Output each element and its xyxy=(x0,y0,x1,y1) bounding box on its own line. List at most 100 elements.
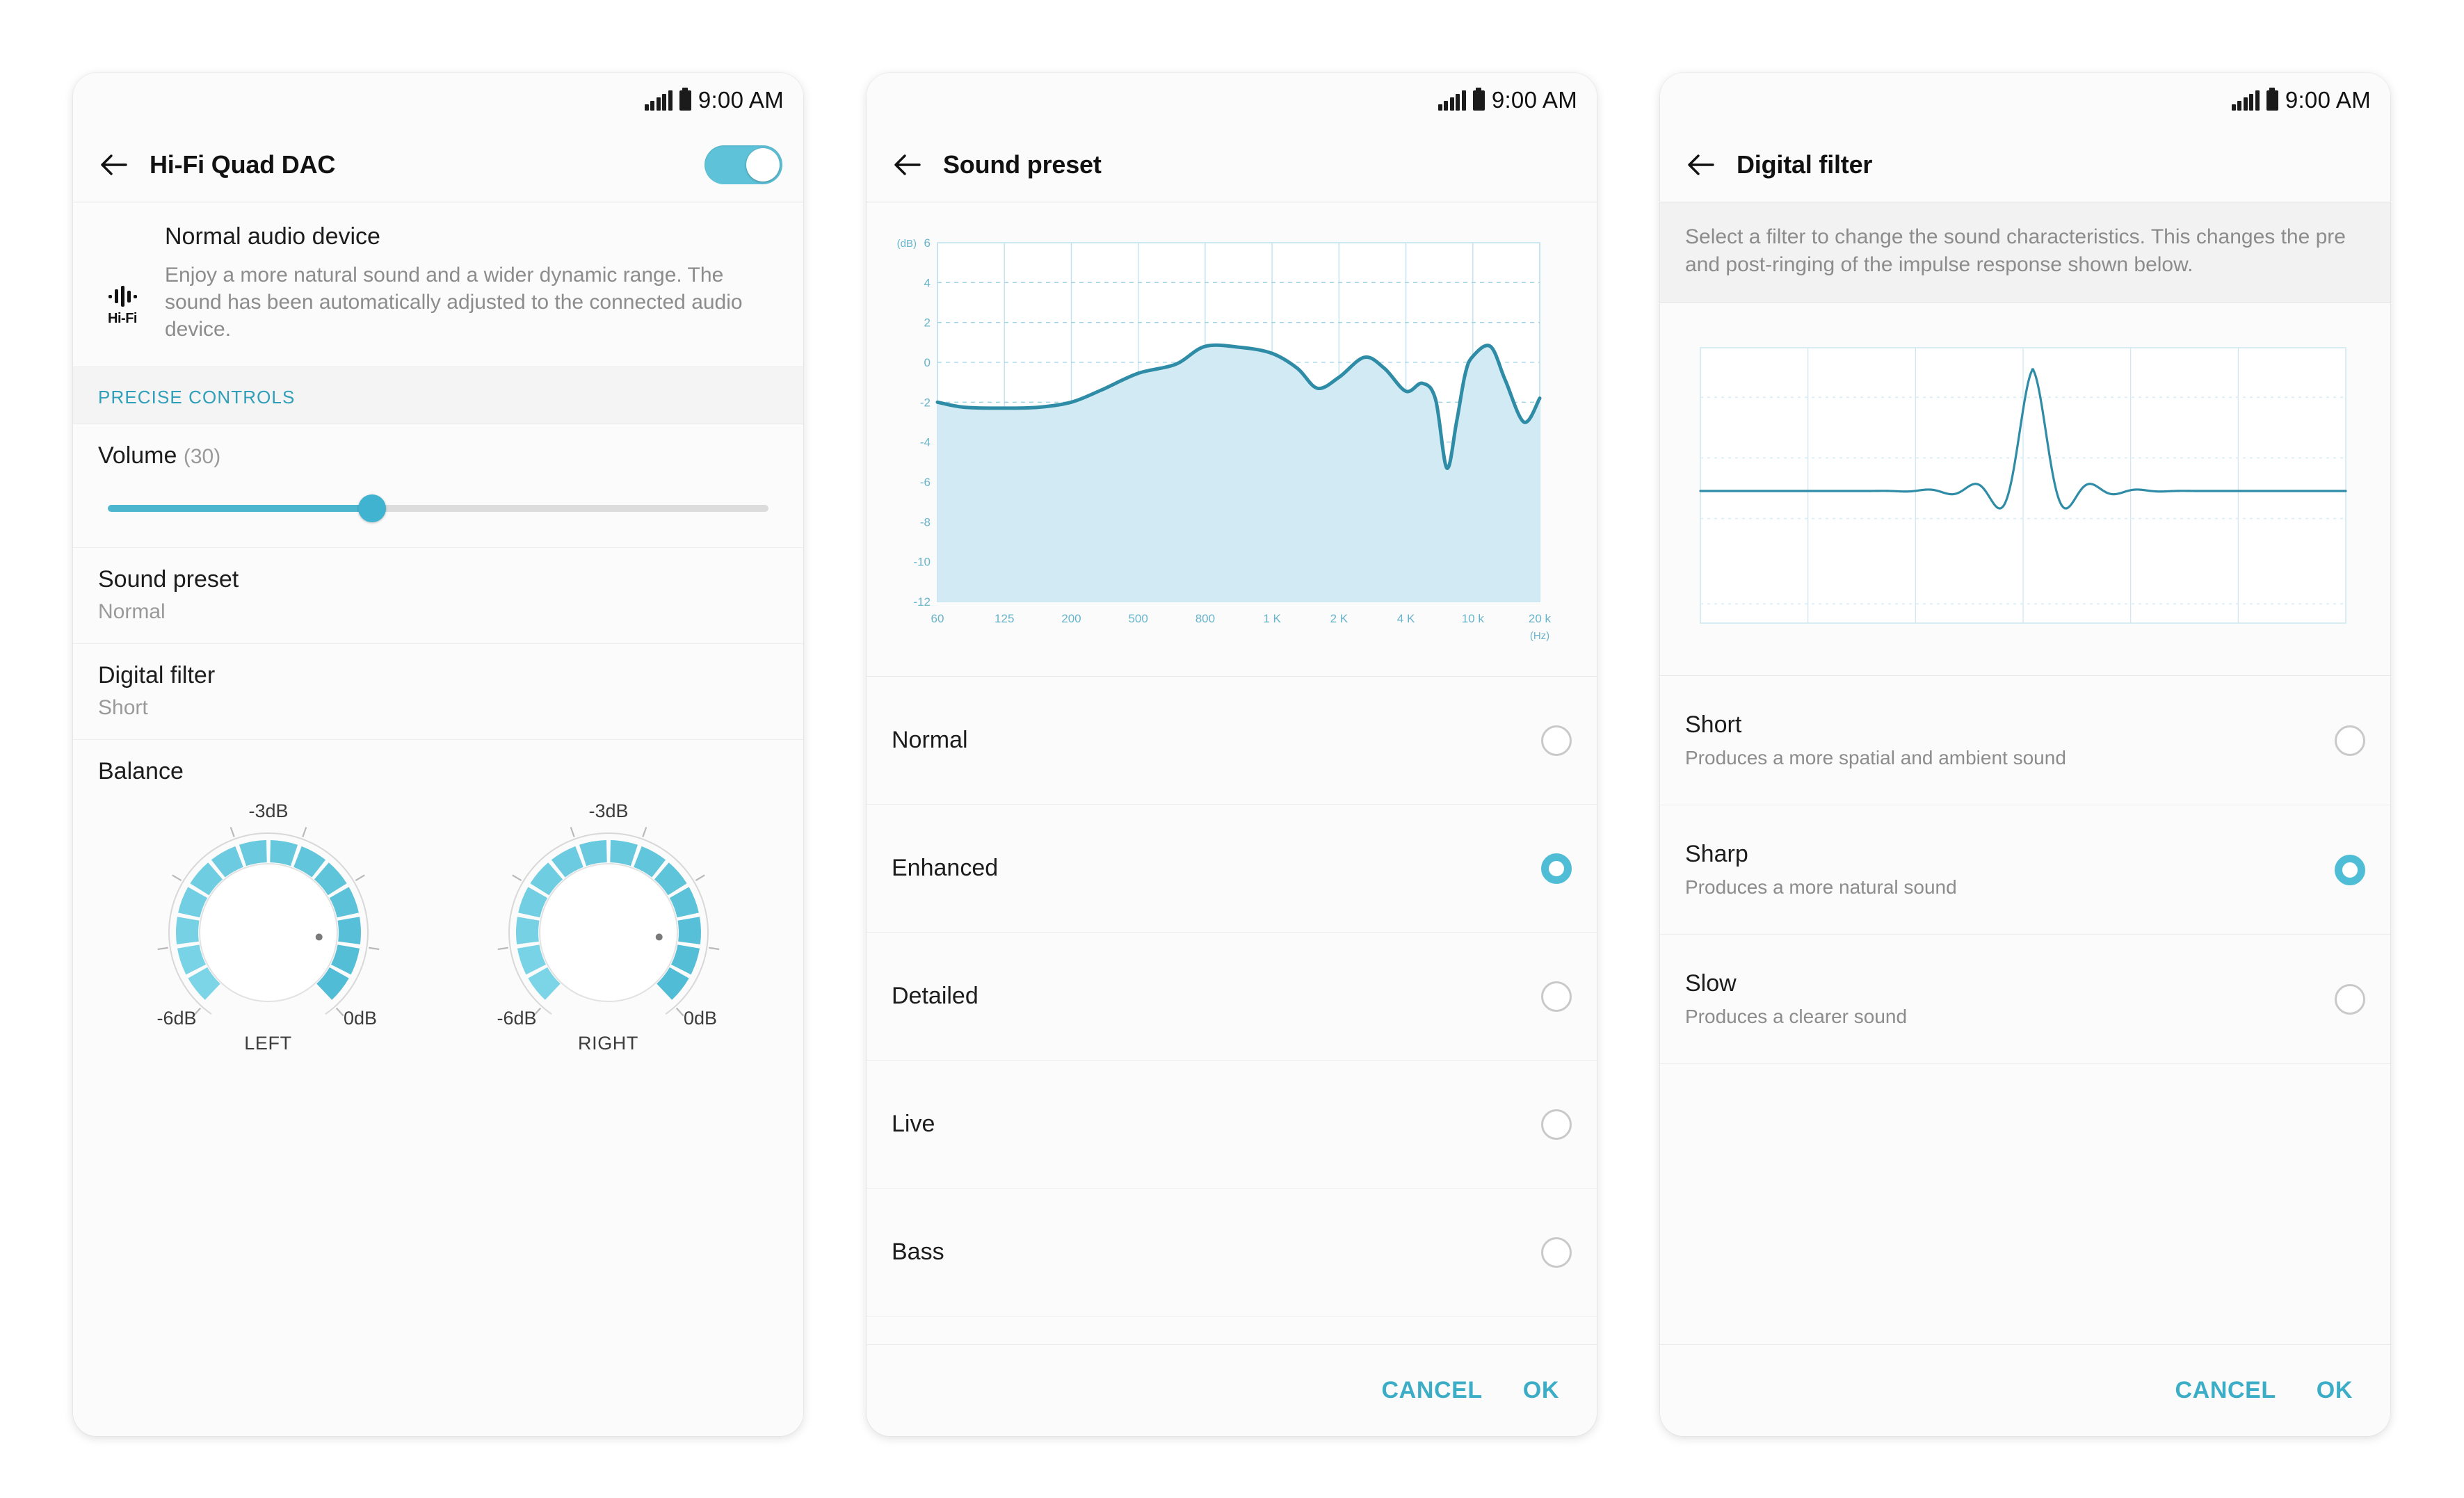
svg-text:10 k: 10 k xyxy=(1462,612,1485,625)
balance-knob-right-dial[interactable]: -3dB -6dB 0dB xyxy=(469,800,748,1030)
svg-text:4 K: 4 K xyxy=(1397,612,1415,625)
preset-option-radio[interactable] xyxy=(1541,1237,1572,1268)
filter-option-radio[interactable] xyxy=(2335,725,2365,756)
filter-option-description: Produces a more natural sound xyxy=(1685,876,1957,899)
digital-filter-value: Short xyxy=(98,696,148,719)
page-title: Digital filter xyxy=(1737,150,1873,179)
preset-option-radio[interactable] xyxy=(1541,1109,1572,1140)
svg-text:800: 800 xyxy=(1195,612,1215,625)
preset-option-label: Live xyxy=(892,1111,935,1137)
svg-text:(dB): (dB) xyxy=(897,238,917,250)
section-header-precise-controls: PRECISE CONTROLS xyxy=(73,367,803,424)
preset-option-detailed[interactable]: Detailed xyxy=(867,933,1597,1061)
eq-chart-card: 6 4 2 0 -2 -4 -6 -8 -10 -12 (dB) 60 125 200 500 800 1 K 2… xyxy=(867,202,1597,677)
svg-text:-10: -10 xyxy=(913,556,931,569)
svg-text:20 k: 20 k xyxy=(1529,612,1552,625)
status-bar: 9:00 AM xyxy=(867,73,1597,127)
status-bar-clock: 9:00 AM xyxy=(698,87,784,113)
preset-option-radio[interactable] xyxy=(1541,853,1572,884)
phone-panel-sound-preset: 9:00 AM Sound preset 6 4 2 0 -2 -4 -6 -8 -10 -12 (… xyxy=(867,73,1597,1436)
cancel-button[interactable]: CANCEL xyxy=(2175,1377,2276,1404)
filter-option-list: Short Produces a more spatial and ambient… xyxy=(1660,676,2390,1065)
signal-bars-icon xyxy=(1438,90,1466,111)
svg-text:500: 500 xyxy=(1128,612,1148,625)
filter-option-label: Slow xyxy=(1685,970,1737,997)
balance-label: Balance xyxy=(98,758,184,784)
filter-option-radio[interactable] xyxy=(2335,854,2365,885)
preset-option-label: Detailed xyxy=(892,983,979,1009)
svg-text:-6dB: -6dB xyxy=(497,1008,536,1029)
hifi-quad-dac-toggle[interactable] xyxy=(704,145,782,184)
filter-option-radio[interactable] xyxy=(2335,983,2365,1015)
back-arrow-icon[interactable] xyxy=(98,150,129,180)
screenshot-root: 9:00 AM Hi-Fi Quad DAC Hi-Fi Normal audi… xyxy=(0,0,2464,1498)
dialog-actions: CANCEL OK xyxy=(1660,1344,2390,1436)
ok-button[interactable]: OK xyxy=(1523,1377,1559,1404)
digital-filter-label: Digital filter xyxy=(98,662,216,688)
svg-text:0dB: 0dB xyxy=(343,1008,376,1029)
svg-text:-8: -8 xyxy=(920,515,931,529)
hifi-waveform-icon: Hi-Fi xyxy=(98,223,147,343)
sound-preset-label: Sound preset xyxy=(98,566,239,593)
ok-button[interactable]: OK xyxy=(2317,1377,2353,1404)
cancel-button[interactable]: CANCEL xyxy=(1382,1377,1483,1404)
balance-knob-left[interactable]: -3dB -6dB 0dB LEFT xyxy=(129,800,408,1054)
digital-filter-row[interactable]: Digital filter Short xyxy=(73,644,803,740)
app-bar: Sound preset xyxy=(867,127,1597,202)
svg-text:-6dB: -6dB xyxy=(156,1008,196,1029)
svg-text:-3dB: -3dB xyxy=(588,800,628,821)
battery-full-icon xyxy=(2266,87,2278,111)
balance-knob-left-caption: LEFT xyxy=(244,1033,292,1054)
sound-preset-row[interactable]: Sound preset Normal xyxy=(73,548,803,644)
svg-text:4: 4 xyxy=(924,276,931,289)
filter-option-description: Produces a clearer sound xyxy=(1685,1006,1908,1028)
balance-knob-left-dial[interactable]: -3dB -6dB 0dB xyxy=(129,800,408,1030)
preset-option-live[interactable]: Live xyxy=(867,1061,1597,1189)
status-bar: 9:00 AM xyxy=(73,73,803,127)
back-arrow-icon[interactable] xyxy=(892,150,922,180)
volume-slider[interactable] xyxy=(108,490,768,528)
balance-knob-right-caption: RIGHT xyxy=(578,1033,638,1054)
filter-option-sharp[interactable]: Sharp Produces a more natural sound xyxy=(1660,805,2390,935)
signal-bars-icon xyxy=(2231,90,2260,111)
volume-row[interactable]: Volume (30) xyxy=(73,424,803,548)
svg-text:-2: -2 xyxy=(920,396,931,409)
svg-text:60: 60 xyxy=(931,612,944,625)
svg-text:1 K: 1 K xyxy=(1263,612,1281,625)
hifi-icon-label: Hi-Fi xyxy=(108,311,137,326)
filter-option-short[interactable]: Short Produces a more spatial and ambient… xyxy=(1660,676,2390,806)
filter-option-description: Produces a more spatial and ambient soun… xyxy=(1685,747,2066,769)
status-bar-clock: 9:00 AM xyxy=(2285,87,2371,113)
digital-filter-description: Select a filter to change the sound char… xyxy=(1660,202,2390,304)
svg-text:(Hz): (Hz) xyxy=(1530,630,1549,642)
dialog-actions: CANCEL OK xyxy=(867,1344,1597,1436)
svg-text:-6: -6 xyxy=(920,476,931,489)
sound-preset-value: Normal xyxy=(98,600,166,623)
svg-text:-3dB: -3dB xyxy=(248,800,288,821)
preset-option-normal[interactable]: Normal xyxy=(867,677,1597,805)
preset-option-radio[interactable] xyxy=(1541,981,1572,1012)
balance-block: Balance -3dB -6dB 0dB LEFT -3dB -6dB 0dB RIG… xyxy=(73,740,803,1061)
signal-bars-icon xyxy=(644,90,673,111)
svg-text:2: 2 xyxy=(924,316,931,330)
eq-response-chart: 6 4 2 0 -2 -4 -6 -8 -10 -12 (dB) 60 125 200 500 800 1 K 2… xyxy=(897,236,1552,642)
impulse-chart-card xyxy=(1660,303,2390,677)
back-arrow-icon[interactable] xyxy=(1685,150,1716,180)
preset-option-radio[interactable] xyxy=(1541,725,1572,756)
volume-label: Volume xyxy=(98,442,177,469)
volume-value: (30) xyxy=(183,445,221,468)
digital-filter-options: Short Produces a more spatial and ambient… xyxy=(1660,676,2390,1344)
svg-text:0dB: 0dB xyxy=(683,1008,716,1029)
slider-thumb[interactable] xyxy=(358,494,386,522)
filter-option-slow[interactable]: Slow Produces a clearer sound xyxy=(1660,935,2390,1065)
preset-option-bass[interactable]: Bass xyxy=(867,1189,1597,1316)
preset-option-enhanced[interactable]: Enhanced xyxy=(867,805,1597,933)
page-title: Sound preset xyxy=(943,150,1102,179)
audio-device-block: Hi-Fi Normal audio device Enjoy a more n… xyxy=(73,202,803,367)
page-title: Hi-Fi Quad DAC xyxy=(150,150,336,179)
battery-full-icon xyxy=(679,87,691,111)
sound-preset-options: Normal Enhanced Detailed Live Bass xyxy=(867,677,1597,1344)
balance-knob-right[interactable]: -3dB -6dB 0dB RIGHT xyxy=(469,800,748,1054)
status-bar-clock: 9:00 AM xyxy=(1491,87,1577,113)
app-bar: Hi-Fi Quad DAC xyxy=(73,127,803,202)
